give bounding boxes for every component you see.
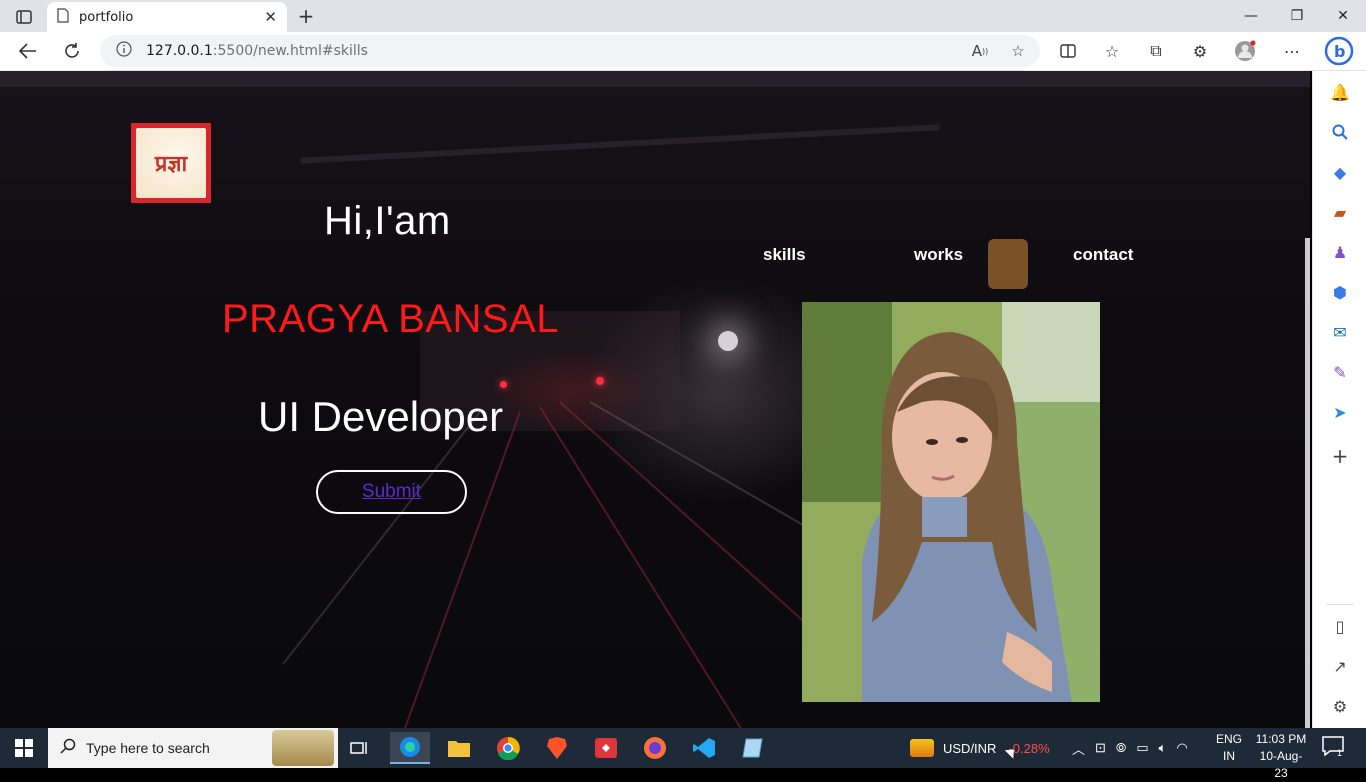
firefox-icon[interactable]: [635, 732, 675, 764]
outlook-icon[interactable]: ✉: [1327, 319, 1353, 345]
greeting-heading: Hi,I'am: [324, 199, 451, 243]
send-icon[interactable]: ➤: [1327, 399, 1353, 425]
tunnel-lamp: [718, 331, 738, 351]
nav-link-skills[interactable]: skills: [763, 245, 806, 265]
role-heading: UI Developer: [258, 393, 504, 440]
window-close-icon[interactable]: ✕: [1320, 0, 1366, 32]
ceiling-beam: [300, 124, 940, 164]
ticker-symbol: USD/INR: [943, 740, 997, 756]
hide-sidebar-icon[interactable]: ▯: [1327, 613, 1353, 639]
windows-taskbar: Type here to search USD/INR -0.28% ︿ ⊡ ⦾…: [0, 728, 1366, 780]
browser-toolbar: 127.0.0.1:5500/new.html#skills A)) ☆ ☆ ⧉…: [0, 32, 1366, 71]
taskbar-search[interactable]: Type here to search: [48, 728, 338, 768]
lang-top: ENG: [1216, 732, 1243, 746]
shopping-tag-icon[interactable]: ◆: [1327, 159, 1353, 185]
notification-center-icon[interactable]: 1: [1322, 736, 1348, 760]
rail-line: [282, 411, 481, 665]
svg-text:b: b: [1334, 42, 1345, 61]
page-icon: [57, 7, 69, 27]
rail-line: [539, 406, 743, 728]
favorite-star-icon[interactable]: ☆: [1006, 39, 1030, 63]
notepad-icon[interactable]: [733, 732, 773, 764]
read-aloud-icon[interactable]: A)): [968, 39, 992, 63]
browser-tab[interactable]: portfolio ✕: [47, 2, 287, 32]
volume-icon[interactable]: 🔈︎: [1159, 740, 1167, 756]
add-sidebar-icon[interactable]: +: [1327, 443, 1353, 469]
ceiling-beam: [0, 71, 1310, 87]
favorites-icon[interactable]: ☆: [1097, 36, 1127, 66]
sidebar-divider: [1326, 604, 1354, 605]
language-indicator[interactable]: ENG IN: [1216, 731, 1242, 765]
extensions-icon[interactable]: ⚙: [1185, 36, 1215, 66]
logo-text: प्रज्ञा: [154, 151, 188, 177]
taskbar-clock[interactable]: 11:03 PM 10-Aug-23: [1255, 731, 1307, 782]
search-placeholder: Type here to search: [86, 740, 210, 756]
nav-link-works[interactable]: works: [914, 245, 963, 265]
url-host: 127.0.0.1: [146, 43, 213, 59]
back-icon[interactable]: [13, 36, 43, 66]
edge-app-icon[interactable]: [390, 732, 430, 764]
search-icon: [60, 738, 76, 758]
external-open-icon[interactable]: ↗: [1327, 653, 1353, 679]
lang-bottom: IN: [1223, 749, 1235, 763]
file-explorer-icon[interactable]: [439, 732, 479, 764]
page-scrollbar[interactable]: [1305, 238, 1310, 728]
currency-icon: [910, 739, 934, 757]
games-icon[interactable]: ♟: [1327, 239, 1353, 265]
submit-button[interactable]: Submit: [316, 470, 467, 514]
windows-start-icon[interactable]: [0, 728, 48, 768]
minimize-icon[interactable]: —: [1228, 0, 1274, 32]
rail-line: [559, 401, 844, 658]
tab-actions-icon[interactable]: [10, 6, 38, 28]
wifi-icon[interactable]: ◠: [1176, 740, 1187, 756]
settings-gear-icon[interactable]: ⚙: [1327, 693, 1353, 719]
restore-icon[interactable]: ❐: [1274, 0, 1320, 32]
brand-logo[interactable]: प्रज्ञा: [131, 123, 211, 203]
chevron-up-icon[interactable]: ︿: [1072, 739, 1085, 758]
new-tab-icon[interactable]: +: [294, 4, 318, 28]
clock-time: 11:03 PM: [1255, 732, 1307, 746]
info-icon[interactable]: [116, 41, 132, 61]
signal-light: [596, 377, 604, 385]
edge-sidebar: 🔔 ◆ ▰ ♟ ⬢ ✉ ✎ ➤ + ▯ ↗ ⚙: [1312, 71, 1366, 728]
submit-link[interactable]: Submit: [362, 481, 421, 503]
close-tab-icon[interactable]: ✕: [264, 8, 277, 26]
nav-link-contact[interactable]: contact: [1073, 245, 1133, 265]
tab-title: portfolio: [79, 9, 134, 25]
brave-icon[interactable]: [537, 732, 577, 764]
search-icon[interactable]: [1327, 119, 1353, 145]
rail-line: [395, 411, 521, 728]
tab-strip: portfolio ✕ + — ❐ ✕: [0, 0, 1366, 32]
tunnel-sign: [988, 239, 1028, 289]
camera-icon[interactable]: ⦾: [1116, 740, 1126, 756]
collections-icon[interactable]: ⧉: [1141, 36, 1171, 66]
designer-icon[interactable]: ✎: [1327, 359, 1353, 385]
address-bar[interactable]: 127.0.0.1:5500/new.html#skills A)) ☆: [100, 35, 1040, 67]
microsoft-365-icon[interactable]: ⬢: [1327, 279, 1353, 305]
more-menu-icon[interactable]: ⋯: [1277, 36, 1307, 66]
ticker-widget[interactable]: USD/INR -0.28%: [910, 728, 1050, 768]
notification-count: 1: [1337, 748, 1343, 758]
tools-briefcase-icon[interactable]: ▰: [1327, 199, 1353, 225]
split-screen-icon[interactable]: [1053, 36, 1083, 66]
vscode-icon[interactable]: [684, 732, 724, 764]
signal-light: [500, 381, 507, 388]
meet-now-icon[interactable]: ⊡: [1095, 740, 1106, 756]
battery-icon[interactable]: ▭: [1136, 740, 1148, 756]
url-path: :5500/new.html#skills: [212, 43, 368, 59]
bing-chat-icon[interactable]: b: [1322, 34, 1356, 68]
profile-avatar[interactable]: [1230, 36, 1260, 66]
logo-emblem: प्रज्ञा: [136, 128, 206, 198]
refresh-icon[interactable]: [57, 36, 87, 66]
git-app-icon[interactable]: [586, 732, 626, 764]
name-heading: PRAGYA BANSAL: [222, 297, 560, 341]
profile-photo: [802, 302, 1100, 702]
system-tray: ︿ ⊡ ⦾ ▭ 🔈︎ ◠: [1072, 728, 1188, 768]
chrome-icon[interactable]: [488, 732, 528, 764]
clock-date: 10-Aug-23: [1259, 749, 1303, 780]
search-highlight-image: [272, 730, 334, 766]
notifications-bell-icon[interactable]: 🔔: [1327, 79, 1353, 105]
task-view-icon[interactable]: [340, 732, 380, 764]
portfolio-page: प्रज्ञा Hi,I'am PRAGYA BANSAL UI Develop…: [0, 71, 1310, 728]
